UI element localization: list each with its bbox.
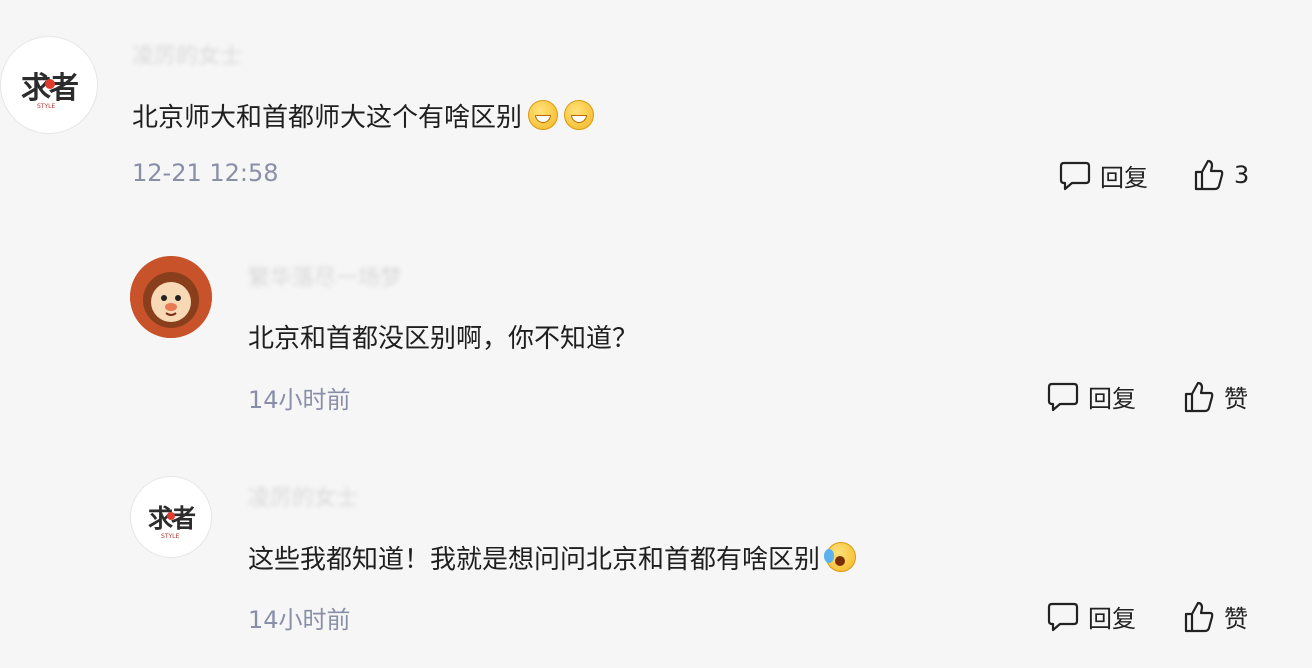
- comment-3: 求者 STYLE 凌厉的女士 这些我都知道！我就是想问问北京和首都有啥区别 14…: [0, 0, 1312, 668]
- like-button[interactable]: 赞: [1182, 599, 1248, 634]
- comment-bubble-icon: [1047, 602, 1079, 631]
- crying-laugh-emoji: [824, 542, 857, 572]
- thumbs-up-icon: [1184, 601, 1214, 632]
- username[interactable]: 凌厉的女士: [248, 480, 358, 512]
- reply-button[interactable]: 回复: [1046, 599, 1136, 634]
- reply-label: 回复: [1088, 605, 1136, 633]
- user-avatar[interactable]: 求者 STYLE: [130, 476, 212, 558]
- like-label: 赞: [1224, 605, 1248, 633]
- avatar-logo-sub: STYLE: [161, 533, 180, 540]
- comment-text: 这些我都知道！我就是想问问北京和首都有啥区别: [248, 539, 857, 576]
- comment-time: 14小时前: [248, 606, 351, 634]
